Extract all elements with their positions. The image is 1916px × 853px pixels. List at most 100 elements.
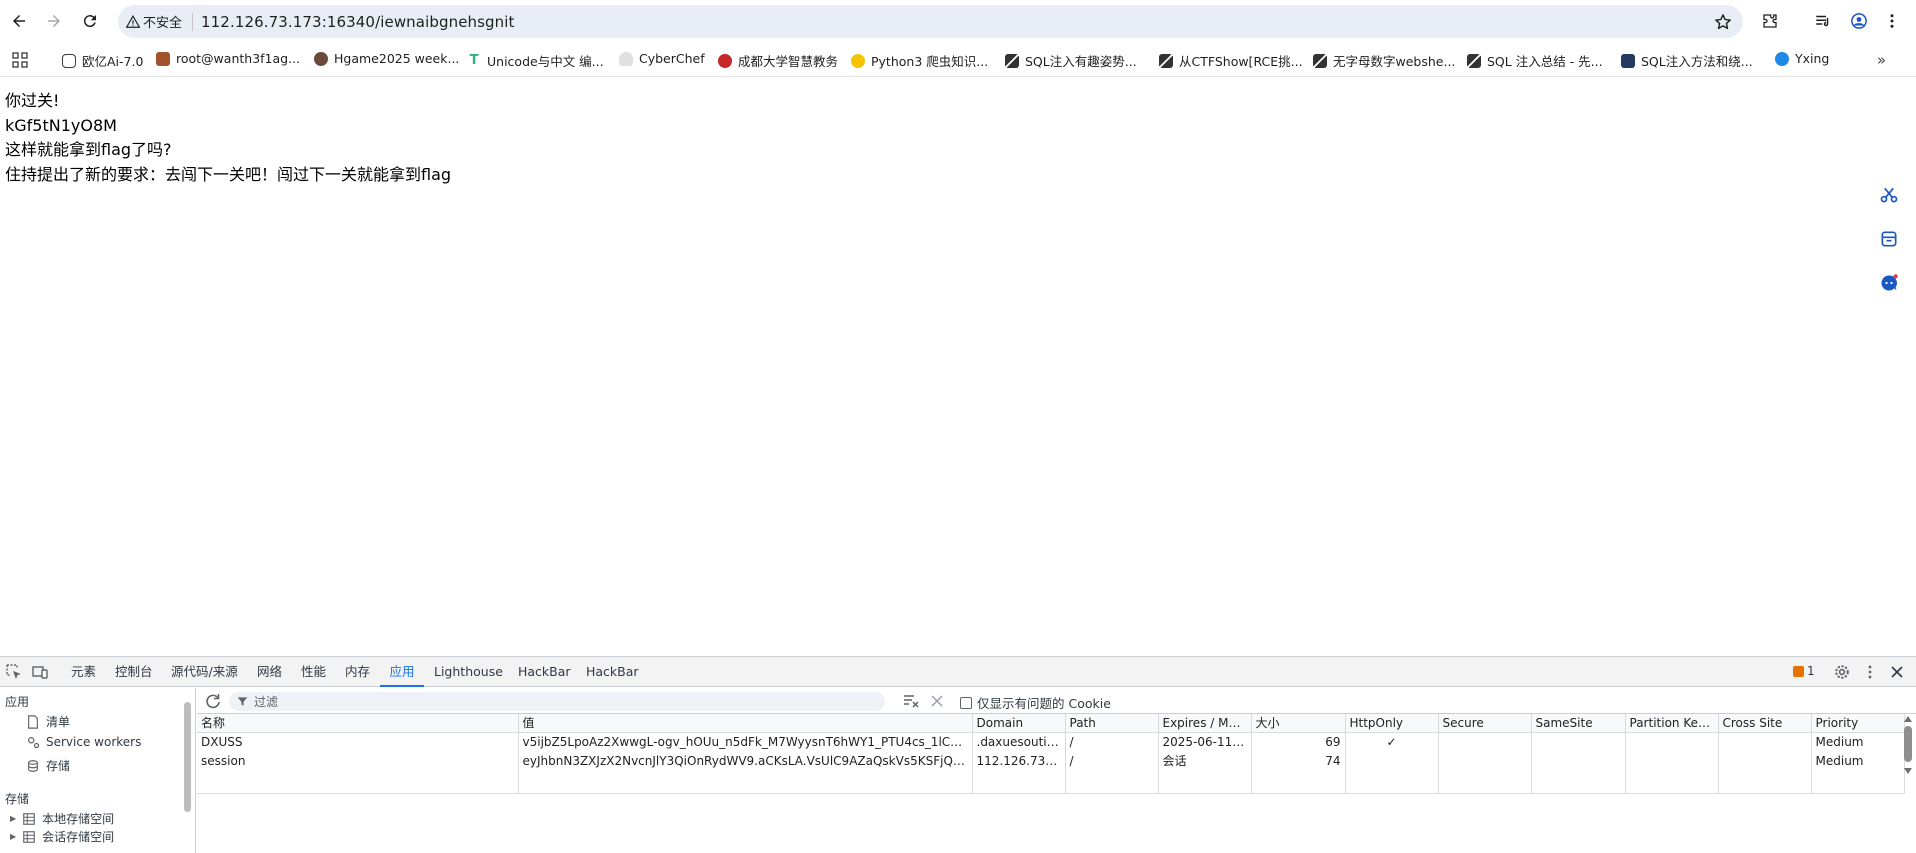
issue-flag-icon: [1793, 665, 1804, 677]
sidebar-scrollbar[interactable]: [184, 702, 191, 812]
devtools-tab[interactable]: 网络: [257, 657, 282, 687]
devtools-tab[interactable]: Lighthouse: [434, 657, 503, 687]
security-indicator[interactable]: 不安全: [126, 12, 182, 31]
bookmark-label: Hgame2025 week...: [334, 51, 460, 66]
url-text[interactable]: 112.126.73.173:16340/iewnaibgnehsgnit: [201, 13, 515, 31]
table-header-row: 名称 值 Domain Path Expires / Ma... 大小 Http…: [197, 714, 1905, 733]
bookmark-item[interactable]: 成都大学智慧教务: [718, 51, 838, 70]
sidebar-item-service-workers[interactable]: Service workers: [26, 735, 141, 749]
bookmark-item[interactable]: Yxing: [1775, 51, 1829, 66]
hazard-icon: [851, 53, 865, 68]
devtools-tab[interactable]: 控制台: [115, 657, 153, 687]
playlist-icon: [1816, 15, 1829, 27]
address-bar[interactable]: 不安全 112.126.73.173:16340/iewnaibgnehsgni…: [118, 5, 1743, 38]
sidebar-item-local-storage[interactable]: ▶ 本地存储空间: [10, 810, 114, 827]
sidebar-item-manifest[interactable]: 清单: [26, 713, 70, 730]
side-scissors-button[interactable]: [1874, 180, 1904, 210]
column-header[interactable]: Secure: [1438, 714, 1532, 733]
blog-icon: [1005, 53, 1019, 68]
side-assistant-button[interactable]: [1874, 268, 1904, 298]
school-icon: [718, 53, 732, 68]
reload-button[interactable]: [76, 7, 104, 35]
bookmark-item[interactable]: Python3 爬虫知识...: [851, 51, 988, 70]
media-controls-button[interactable]: [1813, 11, 1833, 31]
blog-icon: [1159, 53, 1173, 68]
column-header[interactable]: Priority: [1811, 714, 1905, 733]
extensions-button[interactable]: [1760, 11, 1780, 31]
back-button[interactable]: [5, 7, 33, 35]
bookmark-star-icon[interactable]: [1713, 12, 1733, 32]
bookmark-label: 成都大学智慧教务: [738, 54, 839, 69]
sidebar-item-session-storage[interactable]: ▶ 会话存储空间: [10, 828, 114, 845]
bookmark-item[interactable]: 从CTFShow[RCE挑...: [1159, 51, 1303, 70]
column-header[interactable]: 名称: [197, 714, 519, 733]
bookmark-item[interactable]: T Unicode与中文 编...: [467, 51, 604, 70]
bookmark-item[interactable]: 欧亿Ai-7.0: [62, 51, 143, 70]
apps-grid-icon[interactable]: [12, 52, 28, 68]
filter-placeholder: 过滤: [254, 695, 279, 709]
column-header[interactable]: Expires / Ma...: [1158, 714, 1252, 733]
table-row[interactable]: session eyJhbnN3ZXJzX2NvcnJlY3QiOnRydWV9…: [197, 752, 1905, 769]
bookmarks-overflow-icon[interactable]: »: [1877, 51, 1886, 69]
page-content: 你过关! kGf5tN1yO8M 这样就能拿到flag了吗? 住持提出了新的要求…: [0, 78, 1916, 656]
bookmark-item[interactable]: SQL注入方法和绕...: [1621, 51, 1753, 70]
devtools-tab[interactable]: HackBar: [518, 657, 571, 687]
devtools-tab[interactable]: 内存: [345, 657, 370, 687]
table-row[interactable]: DXUSS v5ijbZ5LpoAz2XwwgL-ogv_hOUu_n5dFk_…: [197, 732, 1905, 752]
settings-gear-icon[interactable]: [1834, 664, 1850, 680]
result-line: 你过关!: [5, 91, 60, 110]
column-header[interactable]: Cross Site: [1718, 714, 1812, 733]
scrollbar-thumb[interactable]: [1904, 726, 1912, 762]
column-header[interactable]: 大小: [1251, 714, 1346, 733]
device-toolbar-icon[interactable]: [32, 664, 48, 680]
delete-selected-icon[interactable]: [929, 693, 945, 709]
scroll-up-icon[interactable]: [1904, 716, 1912, 722]
cookie-samesite: [1531, 732, 1626, 752]
column-header[interactable]: Domain: [972, 714, 1066, 733]
bookmark-label: 从CTFShow[RCE挑...: [1179, 54, 1303, 69]
profile-button[interactable]: [1849, 11, 1869, 31]
checkbox-box[interactable]: [960, 696, 972, 709]
column-header[interactable]: SameSite: [1531, 714, 1626, 733]
issues-badge[interactable]: 1: [1793, 664, 1815, 678]
cookie-cross-site: [1718, 752, 1812, 769]
close-icon[interactable]: [1889, 664, 1905, 680]
bookmark-item[interactable]: 无字母数字webshe...: [1313, 51, 1455, 70]
database-icon: [28, 759, 38, 772]
sidebar-item-label: Service workers: [46, 735, 142, 749]
sidebar-item-label: 会话存储空间: [42, 830, 115, 844]
clear-filtered-icon[interactable]: [903, 693, 919, 709]
bookmark-item[interactable]: root@wanth3f1ag...: [156, 51, 300, 66]
only-issues-label: 仅显示有问题的 Cookie: [977, 696, 1111, 711]
devtools-tab[interactable]: 源代码/来源: [171, 657, 238, 687]
bookmark-item[interactable]: Hgame2025 week...: [314, 51, 459, 66]
cookie-expires: 会话: [1158, 752, 1252, 769]
devtools-tab-application[interactable]: 应用: [380, 657, 424, 687]
browser-menu-button[interactable]: [1882, 11, 1902, 31]
sidebar-item-storage[interactable]: 存储: [26, 757, 70, 774]
bookmark-item[interactable]: SQL注入有趣姿势...: [1005, 51, 1137, 70]
devtools-tab[interactable]: HackBar: [586, 657, 639, 687]
only-issues-checkbox[interactable]: 仅显示有问题的 Cookie: [960, 693, 1111, 712]
devtools-tab[interactable]: 元素: [71, 657, 96, 687]
side-notes-button[interactable]: [1874, 224, 1904, 254]
omnibox-separator: [192, 12, 194, 31]
devtools-tab[interactable]: 性能: [301, 657, 326, 687]
bookmark-item[interactable]: SQL 注入总结 - 先...: [1467, 51, 1603, 70]
scroll-down-icon[interactable]: [1904, 768, 1912, 774]
column-header[interactable]: Partition Key...: [1625, 714, 1719, 733]
table-scrollbar[interactable]: [1904, 714, 1912, 776]
inspect-element-icon[interactable]: [6, 664, 22, 680]
column-header[interactable]: 值: [518, 714, 973, 733]
cookie-priority: Medium: [1811, 752, 1905, 769]
cookie-samesite: [1531, 752, 1626, 769]
column-header[interactable]: HttpOnly: [1345, 714, 1439, 733]
sidebar-item-label: 清单: [46, 715, 71, 729]
column-header[interactable]: Path: [1065, 714, 1159, 733]
devtools-more-icon[interactable]: [1862, 664, 1878, 680]
bookmark-item[interactable]: CyberChef: [619, 51, 705, 66]
refresh-icon[interactable]: [205, 693, 221, 709]
cookie-filter-input[interactable]: 过滤: [229, 692, 885, 711]
cookie-priority: Medium: [1811, 732, 1905, 752]
forward-button[interactable]: [40, 7, 68, 35]
